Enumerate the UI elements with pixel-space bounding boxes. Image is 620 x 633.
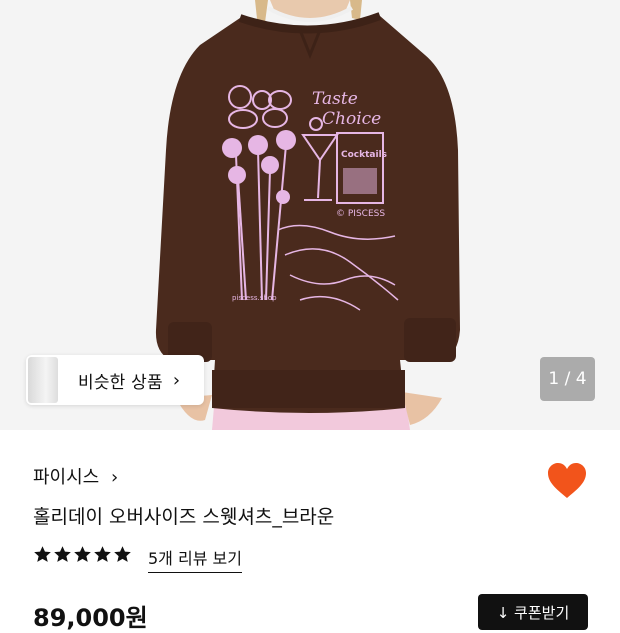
svg-text:piscess.shop: piscess.shop [232, 294, 277, 302]
view-reviews-link[interactable]: 5개 리뷰 보기 [148, 545, 242, 573]
star-icon [74, 546, 91, 562]
svg-text:© PISCESS: © PISCESS [336, 209, 385, 219]
star-icon [34, 546, 51, 562]
svg-text:Cocktails: Cocktails [341, 150, 387, 160]
brand-name: 파이시스 [33, 467, 100, 488]
star-icon [114, 546, 131, 562]
similar-product-thumbnail [28, 357, 58, 403]
chevron-right-icon: › [110, 467, 119, 488]
svg-text:Choice: Choice [322, 109, 381, 129]
star-icon [54, 546, 71, 562]
product-title: 홀리데이 오버사이즈 스웻셔츠_브라운 [33, 506, 335, 528]
star-icon [94, 546, 111, 562]
get-coupon-button[interactable]: ↓ 쿠폰받기 [478, 594, 588, 630]
product-info: 파이시스 › 홀리데이 오버사이즈 스웻셔츠_브라운 5개 리뷰 보기 89,0… [0, 430, 620, 632]
product-price: 89,000원 [33, 604, 148, 632]
image-counter-text: 1 / 4 [548, 369, 587, 389]
product-image-gallery[interactable]: Taste Choice Cocktails © PISCESS piscess… [0, 0, 620, 430]
image-counter: 1 / 4 [540, 357, 595, 401]
chevron-right-icon: › [172, 369, 181, 391]
star-rating [33, 545, 133, 564]
brand-link[interactable]: 파이시스 › [33, 463, 118, 489]
svg-text:Taste: Taste [312, 89, 358, 109]
heart-icon[interactable] [547, 462, 587, 500]
coupon-label: ↓ 쿠폰받기 [496, 603, 570, 622]
similar-products-label: 비슷한 상품 [78, 372, 163, 393]
similar-products-button[interactable]: 비슷한 상품 › [26, 355, 204, 405]
